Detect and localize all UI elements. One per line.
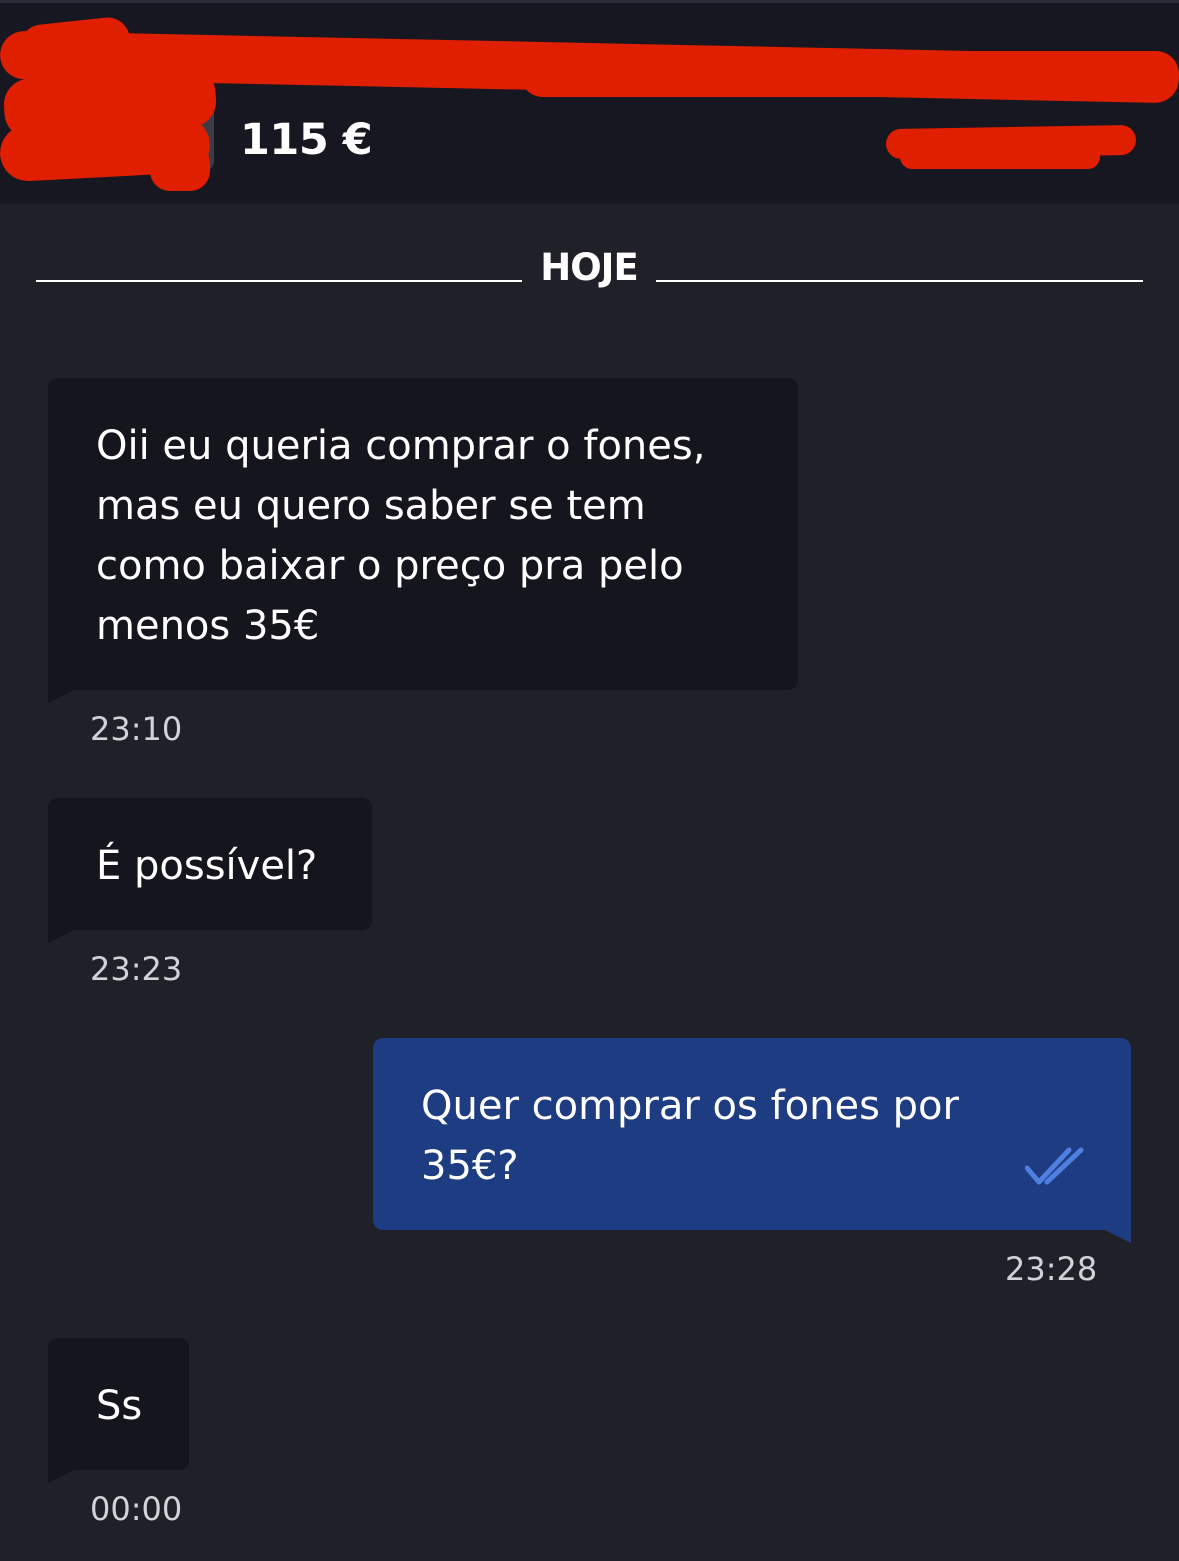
bubble-tail: [48, 1470, 74, 1483]
message-text: É possível?: [96, 843, 318, 889]
double-check-icon: [1025, 1147, 1084, 1185]
incoming-message-bubble[interactable]: Oii eu queria comprar o fones, mas eu qu…: [48, 378, 798, 703]
divider-line-left: [36, 280, 522, 282]
chat-screen: 115 € ID HOJE Oii eu queria comprar o fo…: [0, 0, 1179, 1561]
outgoing-message-bubble[interactable]: Quer comprar os fones por 35€?: [373, 1038, 1131, 1243]
bubble-tail: [1105, 1230, 1131, 1243]
incoming-message-bubble[interactable]: É possível?: [48, 798, 372, 943]
message-text: Quer comprar os fones por 35€?: [421, 1083, 959, 1189]
listing-price: 115 €: [240, 115, 373, 165]
listing-header[interactable]: 115 € ID: [0, 0, 1179, 204]
incoming-message-bubble[interactable]: Ss: [48, 1338, 189, 1483]
message-time: 23:23: [90, 950, 183, 988]
message-time: 00:00: [90, 1490, 183, 1528]
day-label: HOJE: [540, 246, 638, 289]
message-time: 23:28: [1005, 1250, 1098, 1288]
divider-line-right: [656, 280, 1143, 282]
day-divider: HOJE: [36, 244, 1143, 296]
bubble-tail: [48, 930, 74, 943]
message-time: 23:10: [90, 710, 183, 748]
message-text: Oii eu queria comprar o fones, mas eu qu…: [96, 423, 706, 649]
message-text: Ss: [96, 1383, 143, 1429]
bubble-tail: [48, 690, 74, 703]
